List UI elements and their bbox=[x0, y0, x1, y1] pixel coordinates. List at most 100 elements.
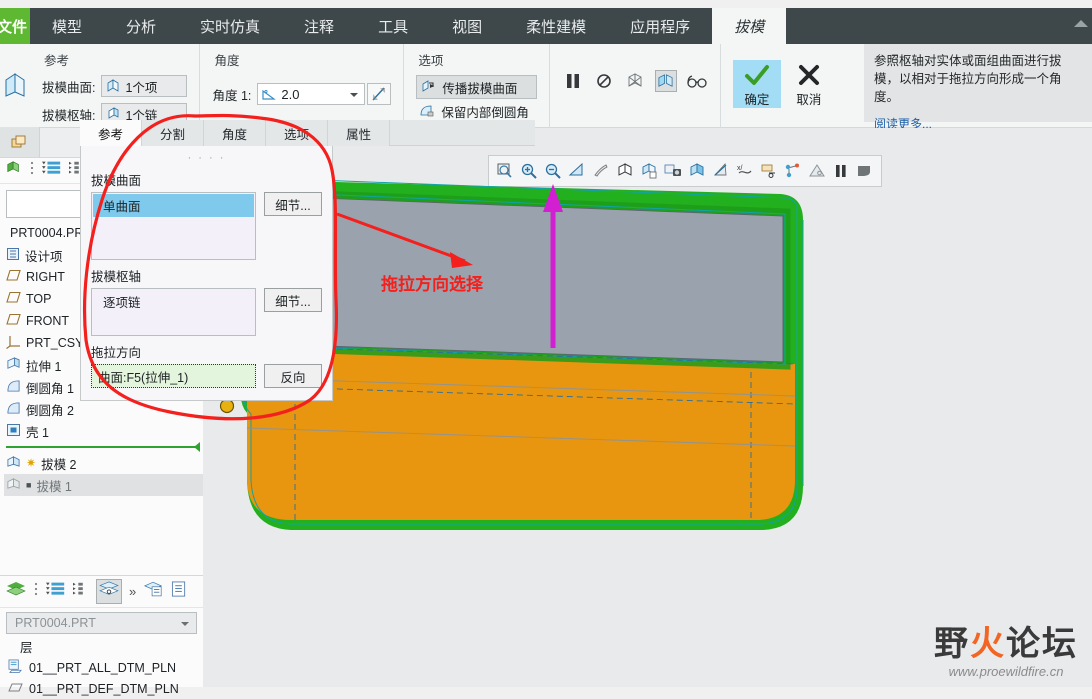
show-icon[interactable] bbox=[6, 160, 22, 181]
flip-arrow-icon bbox=[371, 86, 387, 102]
ribbon-tab-view[interactable]: 视图 bbox=[430, 8, 504, 44]
ribbon-tab-analysis[interactable]: 分析 bbox=[104, 8, 178, 44]
ribbon-tab-live-simulation[interactable]: 实时仿真 bbox=[178, 8, 282, 44]
chevron-down-icon[interactable] bbox=[350, 93, 358, 97]
angle-input[interactable]: 2.0 bbox=[257, 83, 365, 105]
draft-surface-row: 拔模曲面: 1个项 bbox=[42, 75, 187, 97]
draft-surface-list-item[interactable]: 单曲面 bbox=[93, 194, 254, 217]
layer-tree-panel: » PRT0004.PRT bbox=[0, 575, 203, 687]
tree-node-round-2[interactable]: 倒圆角 2 bbox=[4, 398, 203, 420]
layer-item-def-dtm-pln[interactable]: 01__PRT_DEF_DTM_PLN bbox=[8, 678, 203, 699]
draft-surface-detail-button[interactable]: 细节... bbox=[264, 192, 322, 216]
draft-surface-listbox[interactable]: 单曲面 bbox=[91, 192, 256, 260]
no-preview-icon[interactable] bbox=[593, 70, 615, 92]
group-title-options: 选项 bbox=[418, 50, 537, 69]
propagate-label: 传播拔模曲面 bbox=[442, 78, 517, 97]
propagate-draft-surface-button[interactable]: 传播拔模曲面 bbox=[416, 75, 537, 99]
tree-node-label: 倒圆角 1 bbox=[26, 378, 74, 397]
chevron-up-icon[interactable] bbox=[1074, 20, 1088, 27]
ribbon-tab-model[interactable]: 模型 bbox=[30, 8, 104, 44]
watermark-char-fire: 火 bbox=[970, 625, 1006, 663]
model-tree-icon bbox=[10, 133, 30, 151]
watermark-char-rest: 论坛 bbox=[1006, 625, 1078, 663]
dialog-tab-angle[interactable]: 角度 bbox=[204, 120, 266, 146]
datum-plane-icon bbox=[6, 269, 21, 285]
ribbon-tab-applications[interactable]: 应用程序 bbox=[608, 8, 712, 44]
dialog-tab-properties[interactable]: 属性 bbox=[328, 120, 390, 146]
ribbon-group-options: 选项 传播拔模曲面 保留内部倒圆角 bbox=[403, 44, 549, 128]
draft-dashboard-dialog[interactable]: 参考 分割 角度 选项 属性 · · · · 拔模曲面 单曲面 细节... 拔模… bbox=[80, 120, 535, 401]
more-options-icon[interactable] bbox=[33, 581, 39, 602]
layer-item-all-dtm-pln[interactable]: 01__PRT_ALL_DTM_PLN bbox=[8, 657, 203, 678]
draft-hinge-section: 逐项链 细节... bbox=[91, 288, 322, 336]
cancel-button[interactable]: 取消 bbox=[785, 60, 833, 108]
draft-hinge-list-item[interactable]: 逐项链 bbox=[93, 290, 254, 313]
pull-direction-field[interactable]: 曲面:F5(拉伸_1) bbox=[91, 364, 256, 388]
draft-feature-icon bbox=[0, 44, 30, 128]
round-icon bbox=[6, 401, 21, 418]
draft-hinge-detail-button[interactable]: 细节... bbox=[264, 288, 322, 312]
angle-label: 角度 1: bbox=[212, 85, 251, 104]
tree-node-label: 壳 1 bbox=[26, 422, 49, 441]
ribbon-tab-file[interactable]: 文件 bbox=[0, 8, 30, 44]
ribbon-tab-flexible-modeling[interactable]: 柔性建模 bbox=[504, 8, 608, 44]
tree-node-shell-1[interactable]: 壳 1 bbox=[4, 420, 203, 442]
dialog-body: · · · · 拔模曲面 单曲面 细节... 拔模枢轴 逐项链 细节... 拖拉… bbox=[80, 146, 333, 401]
ok-button[interactable]: 确定 bbox=[733, 60, 781, 108]
keep-fillet-label: 保留内部倒圆角 bbox=[441, 102, 529, 121]
round-icon bbox=[6, 379, 21, 396]
layer-visibility-toggle[interactable] bbox=[96, 579, 122, 604]
flip-angle-button[interactable] bbox=[367, 83, 391, 105]
layer-model-select[interactable]: PRT0004.PRT bbox=[6, 612, 197, 634]
ok-label: 确定 bbox=[744, 89, 769, 108]
draft-surface-collector[interactable]: 1个项 bbox=[101, 75, 187, 97]
layer-properties-icon[interactable] bbox=[143, 581, 163, 603]
shaded-preview-icon[interactable] bbox=[655, 70, 677, 92]
pull-direction-flip-button[interactable]: 反向 bbox=[264, 364, 322, 388]
ribbon-group-angle: 角度 角度 1: 2.0 bbox=[199, 44, 403, 128]
tree-node-draft-1[interactable]: ■ 拔模 1 bbox=[4, 474, 203, 496]
layer-list: 层 01__PRT_ALL_DTM_PLN 01__PRT_DEF_DTM_PL… bbox=[0, 636, 203, 699]
datum-plane-icon bbox=[6, 291, 21, 307]
extrude-icon bbox=[6, 357, 21, 374]
tree-node-draft-2[interactable]: ✷ 拔模 2 bbox=[4, 452, 203, 474]
hinge-icon bbox=[106, 107, 120, 121]
wireframe-preview-icon[interactable] bbox=[624, 70, 646, 92]
glasses-preview-icon[interactable] bbox=[686, 70, 708, 92]
pause-icon[interactable] bbox=[562, 70, 584, 92]
fillet-lock-icon bbox=[419, 103, 435, 119]
dialog-tab-options[interactable]: 选项 bbox=[266, 120, 328, 146]
tree-node-label: RIGHT bbox=[26, 270, 65, 284]
dialog-tab-split[interactable]: 分割 bbox=[142, 120, 204, 146]
orange-drag-handle[interactable] bbox=[221, 400, 234, 413]
expand-more-icon[interactable]: » bbox=[129, 584, 136, 599]
more-options-icon[interactable] bbox=[29, 160, 35, 181]
layer-report-icon[interactable] bbox=[170, 581, 188, 603]
layer-columns-icon[interactable] bbox=[73, 581, 89, 602]
ribbon-tab-draft[interactable]: 拔模 bbox=[712, 8, 786, 44]
insert-here-indicator[interactable] bbox=[6, 446, 199, 448]
ribbon-group-feature-controls bbox=[549, 44, 720, 128]
watermark-url: www.proewildfire.cn bbox=[934, 664, 1078, 679]
ribbon-tab-tools[interactable]: 工具 bbox=[356, 8, 430, 44]
model-tree-root-label: PRT0004.PRT bbox=[10, 226, 91, 240]
dialog-tab-reference[interactable]: 参考 bbox=[80, 120, 142, 146]
draft-surface-value: 1个项 bbox=[125, 77, 157, 96]
layers-icon[interactable] bbox=[6, 581, 26, 602]
tree-node-label: 拔模 2 bbox=[41, 454, 76, 473]
tree-node-label: 拉伸 1 bbox=[26, 356, 61, 375]
layer-header-label: 层 bbox=[20, 637, 33, 656]
group-title-reference: 参考 bbox=[44, 50, 187, 69]
dialog-grip[interactable]: · · · · bbox=[91, 152, 322, 164]
help-text: 参照枢轴对实体或面组曲面进行拔模，以相对于拖拉方向形成一个角度。 bbox=[874, 52, 1082, 106]
chevron-down-icon[interactable] bbox=[181, 622, 189, 626]
model-tree-tab[interactable] bbox=[0, 127, 40, 157]
draft-hinge-listbox[interactable]: 逐项链 bbox=[91, 288, 256, 336]
layer-filters-icon[interactable] bbox=[46, 581, 66, 602]
ribbon-tab-annotate[interactable]: 注释 bbox=[282, 8, 356, 44]
draft-surface-section-label: 拔模曲面 bbox=[91, 170, 322, 189]
tree-node-label: 拔模 1 bbox=[36, 476, 71, 495]
close-icon bbox=[794, 63, 824, 89]
tree-filters-icon[interactable] bbox=[42, 160, 62, 181]
layer-group-icon bbox=[8, 659, 23, 676]
